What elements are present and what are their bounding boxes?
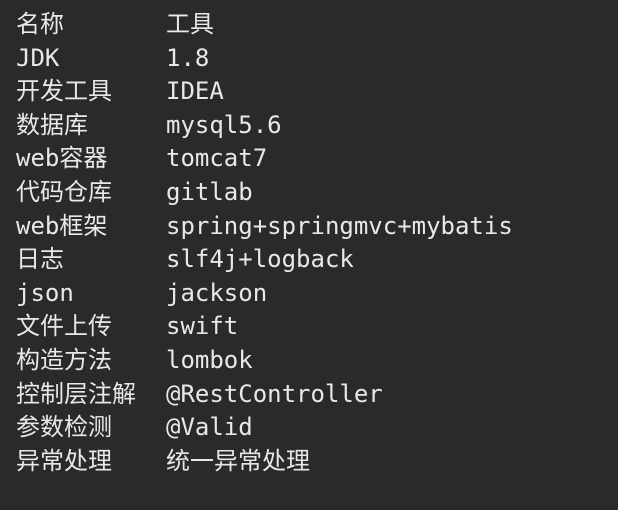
row-name: web容器 [16, 142, 166, 176]
table-row: 构造方法 lombok [16, 344, 602, 378]
row-value: gitlab [166, 176, 602, 210]
table-row: 名称 工具 [16, 8, 602, 42]
table-row: web框架 spring+springmvc+mybatis [16, 210, 602, 244]
row-name: 控制层注解 [16, 378, 166, 412]
row-value: mysql5.6 [166, 109, 602, 143]
row-name: 数据库 [16, 109, 166, 143]
table-row: web容器 tomcat7 [16, 142, 602, 176]
table-row: 代码仓库 gitlab [16, 176, 602, 210]
table-row: 开发工具 IDEA [16, 75, 602, 109]
row-value: spring+springmvc+mybatis [166, 210, 602, 244]
row-name: 文件上传 [16, 310, 166, 344]
row-value: jackson [166, 277, 602, 311]
row-value: 工具 [166, 8, 602, 42]
row-name: 开发工具 [16, 75, 166, 109]
table-row: JDK 1.8 [16, 42, 602, 76]
table-row: 数据库 mysql5.6 [16, 109, 602, 143]
row-value: 1.8 [166, 42, 602, 76]
row-name: 异常处理 [16, 445, 166, 479]
row-name: 名称 [16, 8, 166, 42]
table-row: 文件上传 swift [16, 310, 602, 344]
table-row: json jackson [16, 277, 602, 311]
row-name: 构造方法 [16, 344, 166, 378]
table-row: 控制层注解 @RestController [16, 378, 602, 412]
tech-stack-table: 名称 工具 JDK 1.8 开发工具 IDEA 数据库 mysql5.6 web… [16, 8, 602, 478]
row-name: web框架 [16, 210, 166, 244]
row-name: 参数检测 [16, 411, 166, 445]
row-value: @RestController [166, 378, 602, 412]
row-value: IDEA [166, 75, 602, 109]
row-value: 统一异常处理 [166, 445, 602, 479]
row-name: 代码仓库 [16, 176, 166, 210]
table-row: 日志 slf4j+logback [16, 243, 602, 277]
row-value: lombok [166, 344, 602, 378]
row-name: 日志 [16, 243, 166, 277]
row-name: json [16, 277, 166, 311]
row-name: JDK [16, 42, 166, 76]
row-value: swift [166, 310, 602, 344]
row-value: @Valid [166, 411, 602, 445]
row-value: tomcat7 [166, 142, 602, 176]
table-row: 异常处理 统一异常处理 [16, 445, 602, 479]
table-row: 参数检测 @Valid [16, 411, 602, 445]
row-value: slf4j+logback [166, 243, 602, 277]
